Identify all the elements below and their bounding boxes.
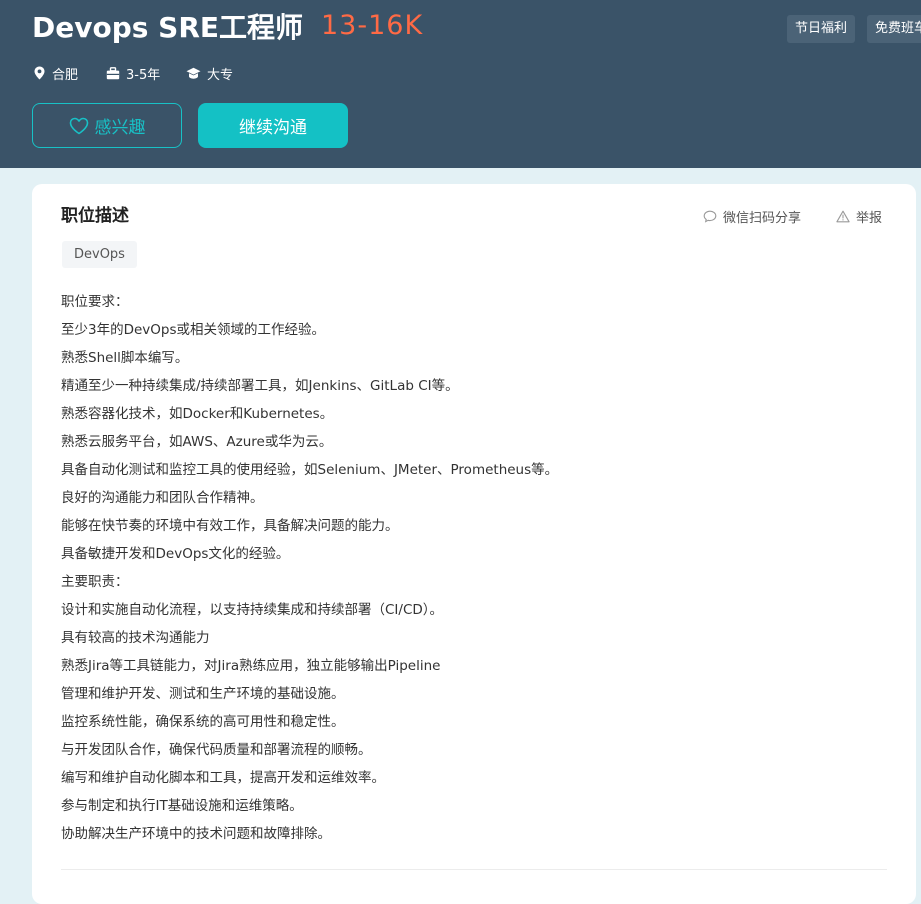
graduation-cap-icon <box>186 67 201 79</box>
job-education: 大专 <box>186 62 233 84</box>
description-line: 设计和实施自动化流程，以支持持续集成和持续部署（CI/CD）。 <box>61 602 444 618</box>
description-line: 主要职责： <box>61 574 129 590</box>
interested-button[interactable]: 感兴趣 <box>32 103 182 148</box>
description-line: 熟悉云服务平台，如AWS、Azure或华为云。 <box>61 434 333 450</box>
section-title: 职位描述 <box>61 206 129 226</box>
salary: 13-16K <box>321 10 424 41</box>
job-title: Devops SRE工程师 <box>32 11 304 44</box>
description-line: 熟悉Jira等工具链能力，对Jira熟练应用，独立能够输出Pipeline <box>61 658 441 674</box>
description-line: 至少3年的DevOps或相关领域的工作经验。 <box>61 322 326 338</box>
description-line: 职位要求： <box>61 294 129 310</box>
job-location: 合肥 <box>33 62 78 84</box>
skill-tag: DevOps <box>62 241 137 268</box>
job-header: Devops SRE工程师 13-16K 节日福利 免费班车 合肥 3-5年 大… <box>0 0 921 168</box>
heart-outline-icon <box>69 117 88 134</box>
description-line: 熟悉容器化技术，如Docker和Kubernetes。 <box>61 406 334 422</box>
briefcase-icon <box>106 66 120 79</box>
benefit-tag: 免费班车 <box>867 15 921 43</box>
description-line: 能够在快节奏的环境中有效工作，具备解决问题的能力。 <box>61 518 399 534</box>
share-label: 微信扫码分享 <box>723 211 802 226</box>
location-text: 合肥 <box>52 67 79 83</box>
description-line: 良好的沟通能力和团队合作精神。 <box>61 490 264 506</box>
description-line: 精通至少一种持续集成/持续部署工具，如Jenkins、GitLab CI等。 <box>61 378 459 394</box>
location-pin-icon <box>34 66 45 80</box>
job-description-card: 职位描述 微信扫码分享 举报 DevOps 职位要求： 至少3年的DevOps或… <box>32 184 916 904</box>
description-line: 编写和维护自动化脚本和工具，提高开发和运维效率。 <box>61 770 385 786</box>
description-line: 监控系统性能，确保系统的高可用性和稳定性。 <box>61 714 345 730</box>
continue-chat-label: 继续沟通 <box>239 118 307 138</box>
description-line: 具备自动化测试和监控工具的使用经验，如Selenium、JMeter、Prome… <box>61 462 559 478</box>
interested-label: 感兴趣 <box>94 118 146 138</box>
report-label: 举报 <box>856 211 883 226</box>
chat-bubble-icon <box>703 210 717 223</box>
description-line: 具有较高的技术沟通能力 <box>61 630 210 646</box>
description-line: 协助解决生产环境中的技术问题和故障排除。 <box>61 826 331 842</box>
job-description-text: 职位要求： 至少3年的DevOps或相关领域的工作经验。 熟悉Shell脚本编写… <box>61 288 891 848</box>
benefit-tag: 节日福利 <box>787 15 856 43</box>
job-experience: 3-5年 <box>106 62 160 84</box>
description-line: 参与制定和执行IT基础设施和运维策略。 <box>61 798 303 814</box>
wechat-share-link[interactable]: 微信扫码分享 <box>703 207 801 226</box>
experience-text: 3-5年 <box>126 67 161 83</box>
description-line: 与开发团队合作，确保代码质量和部署流程的顺畅。 <box>61 742 372 758</box>
report-link[interactable]: 举报 <box>836 207 882 226</box>
divider <box>61 869 887 870</box>
description-line: 管理和维护开发、测试和生产环境的基础设施。 <box>61 686 345 702</box>
description-line: 熟悉Shell脚本编写。 <box>61 350 189 366</box>
education-text: 大专 <box>207 67 234 83</box>
description-line: 具备敏捷开发和DevOps文化的经验。 <box>61 546 290 562</box>
warning-triangle-icon <box>836 210 850 223</box>
continue-chat-button[interactable]: 继续沟通 <box>198 103 348 148</box>
